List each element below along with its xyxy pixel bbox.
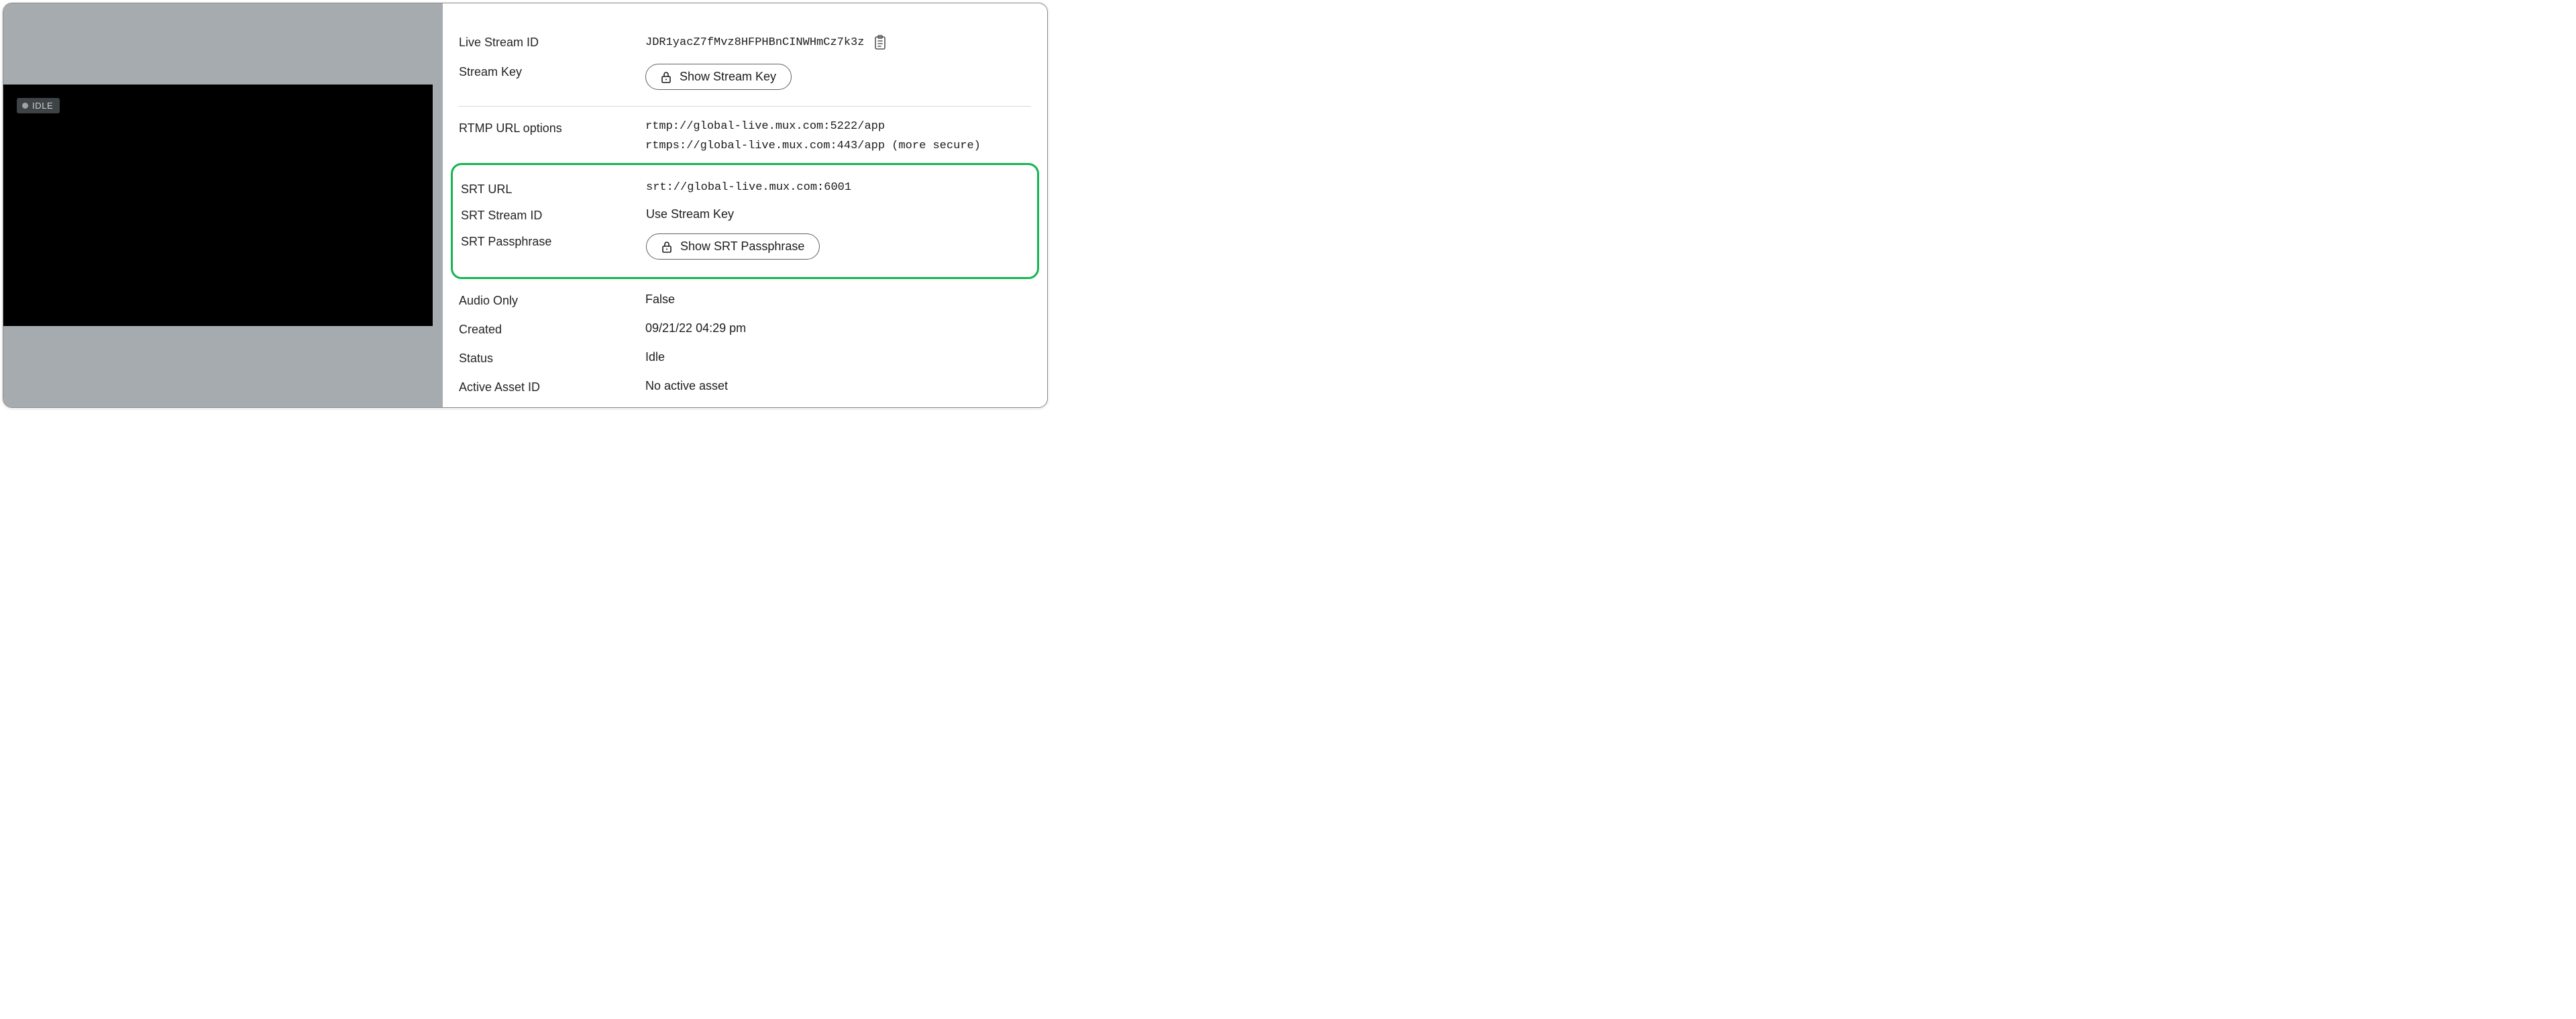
lock-icon [661,241,672,253]
value-status: Idle [645,350,665,364]
value-created: 09/21/22 04:29 pm [645,321,746,335]
player-status-badge: IDLE [17,98,60,113]
srt-section-highlighted: SRT URL srt://global-live.mux.com:6001 S… [451,163,1039,279]
copy-live-stream-id-button[interactable] [872,34,888,50]
value-live-stream-id: JDR1yacZ7fMvz8HFPHBnCINWHmCz7k3z [645,36,864,49]
player-status-text: IDLE [32,101,53,111]
label-status: Status [459,350,645,366]
row-status: Status Idle [459,343,1031,372]
label-rtmp-url-options: RTMP URL options [459,120,645,136]
stream-info-panel: Live Stream ID JDR1yacZ7fMvz8HFPHBnCINWH… [443,3,1047,407]
label-created: Created [459,321,645,337]
show-srt-passphrase-button[interactable]: Show SRT Passphrase [646,233,820,260]
row-created: Created 09/21/22 04:29 pm [459,315,1031,343]
value-rtmp-url-2: rtmps://global-live.mux.com:443/app (mor… [645,140,981,152]
player-panel: IDLE [3,3,443,407]
label-audio-only: Audio Only [459,292,645,308]
lock-icon [661,71,672,83]
row-audio-only: Audio Only False [459,286,1031,315]
row-active-asset-id: Active Asset ID No active asset [459,372,1031,401]
row-srt-url: SRT URL srt://global-live.mux.com:6001 [460,176,1030,202]
label-live-stream-id: Live Stream ID [459,34,645,50]
row-live-stream-id: Live Stream ID JDR1yacZ7fMvz8HFPHBnCINWH… [459,28,1031,57]
row-srt-passphrase: SRT Passphrase Show SRT Passphrase [460,228,1030,265]
label-srt-url: SRT URL [460,181,646,197]
value-srt-stream-id: Use Stream Key [646,207,734,221]
label-active-asset-id: Active Asset ID [459,379,645,394]
show-srt-passphrase-label: Show SRT Passphrase [680,239,804,254]
label-srt-passphrase: SRT Passphrase [460,233,646,249]
status-dot-icon [22,103,28,109]
show-stream-key-button[interactable]: Show Stream Key [645,64,792,90]
row-rtmp-url-options: RTMP URL options rtmp://global-live.mux.… [459,113,1031,159]
value-srt-url: srt://global-live.mux.com:6001 [646,181,851,194]
show-stream-key-label: Show Stream Key [680,70,776,84]
stream-detail-panel: IDLE Live Stream ID JDR1yacZ7fMvz8HFPHBn… [3,3,1048,408]
label-srt-stream-id: SRT Stream ID [460,207,646,223]
row-srt-stream-id: SRT Stream ID Use Stream Key [460,202,1030,228]
video-player[interactable]: IDLE [3,85,433,326]
divider-1 [459,106,1031,107]
label-stream-key: Stream Key [459,64,645,79]
value-rtmp-url-1: rtmp://global-live.mux.com:5222/app [645,120,885,133]
value-audio-only: False [645,292,675,307]
value-active-asset-id: No active asset [645,379,728,393]
clipboard-icon [873,35,887,50]
row-stream-key: Stream Key Show Stream Key [459,57,1031,97]
